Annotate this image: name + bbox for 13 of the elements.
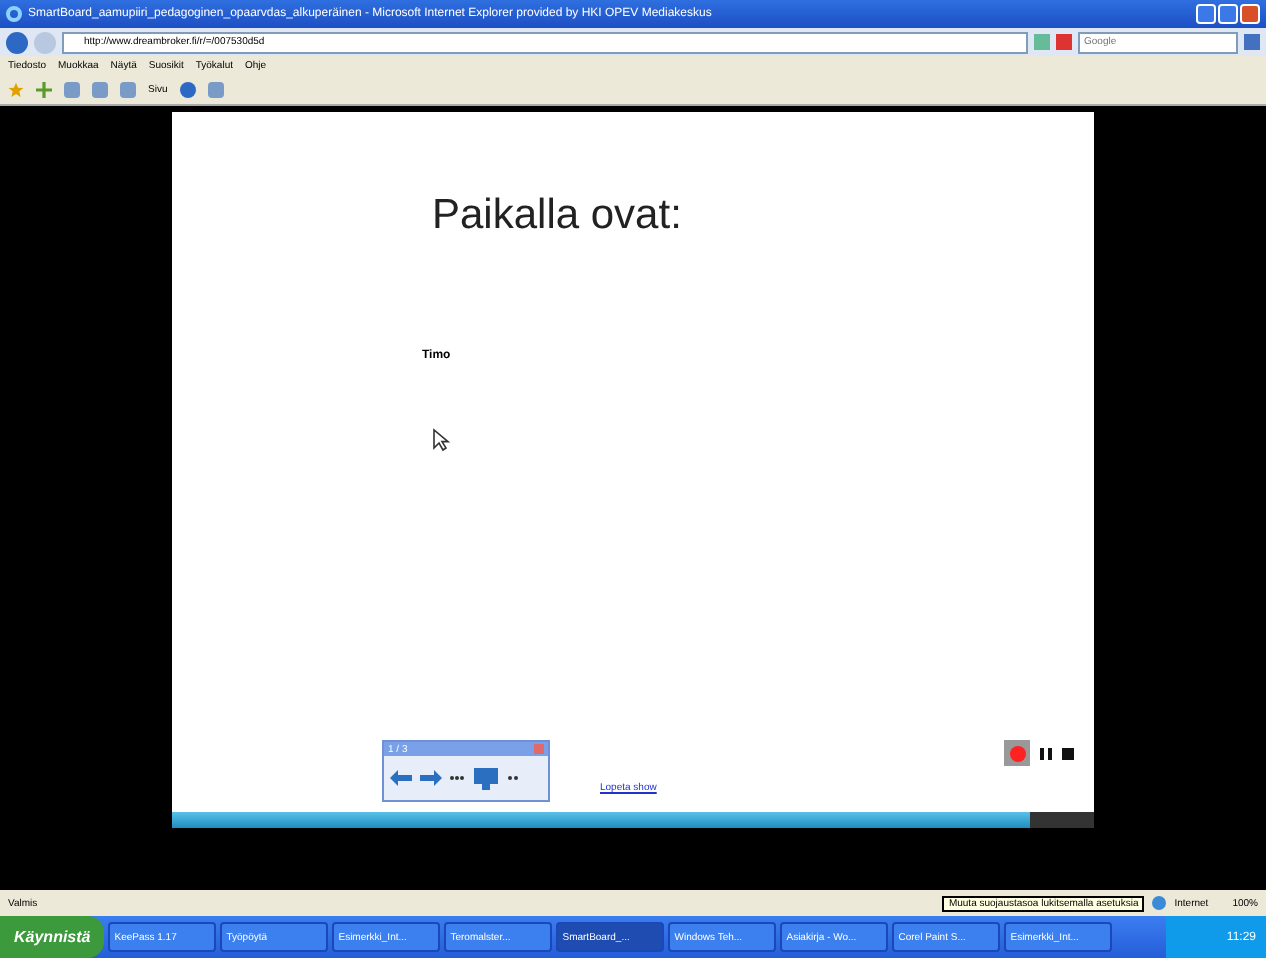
- start-button[interactable]: Käynnistä: [0, 916, 105, 958]
- star-icon[interactable]: [8, 82, 24, 98]
- minimize-button[interactable]: [1196, 4, 1216, 24]
- plus-star-icon[interactable]: [36, 82, 52, 98]
- monitor-icon[interactable]: [472, 765, 500, 791]
- right-arrow-icon[interactable]: [420, 770, 442, 786]
- slide-title: Paikalla ovat:: [432, 192, 682, 240]
- maximize-button[interactable]: [1218, 4, 1238, 24]
- left-arrow-icon[interactable]: [390, 770, 412, 786]
- mouse-cursor-icon: [432, 428, 450, 452]
- close-button[interactable]: [1240, 4, 1260, 24]
- back-button[interactable]: [6, 31, 28, 53]
- pause-icon[interactable]: [1040, 747, 1052, 759]
